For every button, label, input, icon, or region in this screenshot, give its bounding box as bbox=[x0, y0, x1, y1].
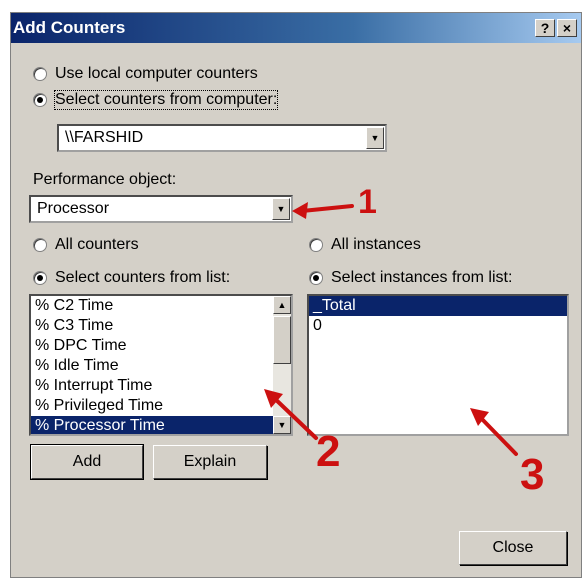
arrow-2-line bbox=[270, 394, 318, 440]
annotation-2: 2 bbox=[316, 427, 341, 476]
annotation-1: 1 bbox=[358, 183, 377, 221]
arrow-1-line bbox=[300, 204, 354, 213]
annotation-arrows bbox=[264, 202, 518, 456]
arrow-1-head bbox=[292, 202, 308, 219]
annotation-3: 3 bbox=[520, 450, 545, 499]
arrow-3-line bbox=[476, 413, 518, 456]
